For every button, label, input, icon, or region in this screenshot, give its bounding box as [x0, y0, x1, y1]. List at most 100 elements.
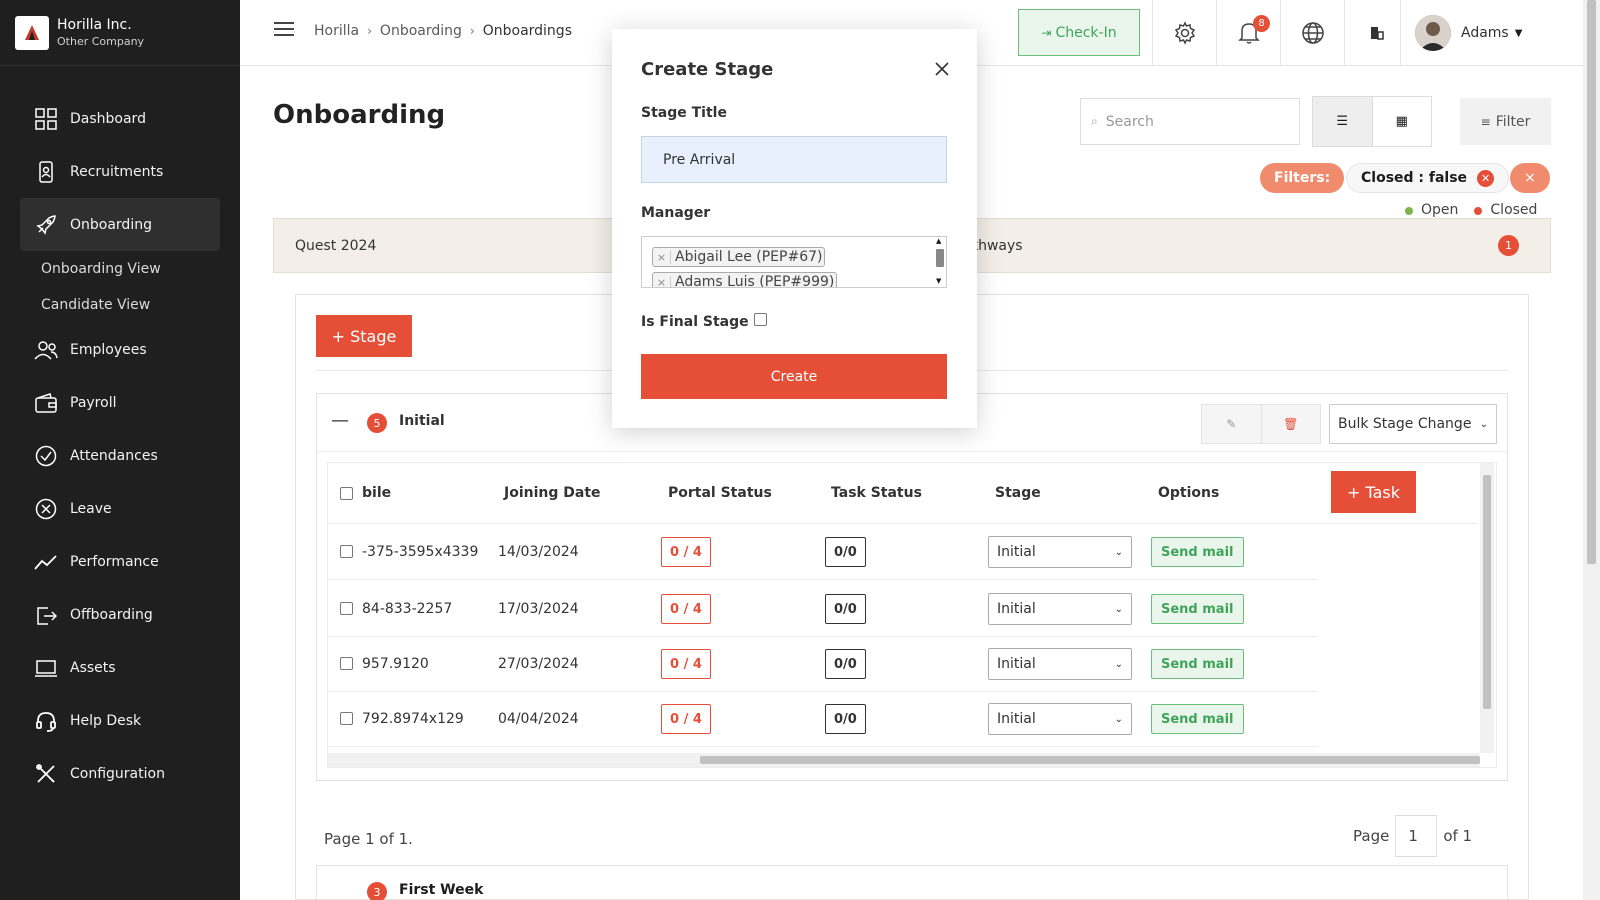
close-icon[interactable] — [930, 57, 954, 81]
table-row: 957.9120 27/03/2024 0 / 4 0/0 Initial ⌄ S… — [328, 636, 1318, 692]
bulk-stage-select[interactable]: Bulk Stage Change ⌄ — [1329, 404, 1497, 444]
grid-view-button[interactable]: ▦ — [1373, 97, 1432, 146]
select-all-checkbox[interactable] — [340, 487, 353, 500]
sidebar-sub-candidate-view[interactable]: Candidate View — [0, 287, 240, 323]
stage-title-input[interactable]: Pre Arrival — [641, 136, 947, 183]
table-horizontal-scrollbar[interactable] — [328, 753, 1480, 767]
sidebar-item-leave[interactable]: Leave — [20, 482, 220, 535]
sidebar-item-label: Performance — [70, 553, 159, 570]
scroll-up-icon[interactable]: ▲ — [936, 237, 941, 245]
scrollbar-thumb[interactable] — [1483, 475, 1491, 709]
sidebar-item-assets[interactable]: Assets — [20, 641, 220, 694]
settings-button[interactable] — [1152, 0, 1216, 66]
collapse-icon[interactable]: — — [331, 410, 349, 431]
table-vertical-scrollbar[interactable] — [1480, 463, 1494, 753]
mobile-cell: -375-3595x4339 — [362, 544, 479, 560]
scroll-down-icon[interactable]: ▼ — [936, 277, 941, 285]
sidebar-item-payroll[interactable]: Payroll — [20, 376, 220, 429]
sidebar-item-label: Help Desk — [70, 712, 142, 729]
menu-toggle-icon[interactable] — [274, 22, 294, 40]
breadcrumb: Horilla › Onboarding › Onboardings — [314, 23, 572, 39]
add-stage-button[interactable]: + Stage — [316, 315, 412, 357]
stage-select[interactable]: Initial ⌄ — [988, 536, 1132, 568]
sidebar-item-recruitments[interactable]: Recruitments — [20, 145, 220, 198]
caret-down-icon: ▼ — [1514, 27, 1523, 39]
sidebar-item-help-desk[interactable]: Help Desk — [20, 694, 220, 747]
dashboard-icon — [34, 107, 58, 131]
sidebar-item-dashboard[interactable]: Dashboard — [20, 92, 220, 145]
sidebar-item-attendances[interactable]: Attendances — [20, 429, 220, 482]
company-button[interactable] — [1344, 0, 1408, 66]
check-in-button[interactable]: ⇥ Check-In — [1018, 9, 1140, 56]
task-status-badge[interactable]: 0/0 — [825, 649, 866, 679]
page-number-input[interactable]: 1 — [1395, 815, 1438, 857]
portal-status-badge[interactable]: 0 / 4 — [661, 704, 711, 734]
sidebar-item-offboarding[interactable]: Offboarding — [20, 588, 220, 641]
row-checkbox[interactable] — [340, 712, 353, 725]
send-mail-button[interactable]: Send mail — [1151, 649, 1244, 679]
row-checkbox[interactable] — [340, 657, 353, 670]
page-scrollbar[interactable] — [1583, 0, 1600, 900]
headset-icon — [34, 709, 58, 733]
breadcrumb-item[interactable]: Onboarding — [380, 23, 462, 39]
column-header: Options — [1158, 485, 1220, 501]
breadcrumb-item[interactable]: Horilla — [314, 23, 359, 39]
user-menu[interactable]: Adams ▼ — [1400, 0, 1522, 66]
pagination: Page 1 of 1 — [1353, 815, 1472, 857]
stage-panel: — 5 Initial ✎ 🗑 Bulk Stage Change ⌄ bile… — [316, 393, 1508, 781]
sidebar-sub-onboarding-view[interactable]: Onboarding View — [0, 251, 240, 287]
notifications-button[interactable]: 8 — [1216, 0, 1280, 66]
chevron-down-icon: ⌄ — [1114, 658, 1123, 670]
list-view-button[interactable]: ☰ — [1313, 97, 1373, 146]
bulk-stage-label: Bulk Stage Change — [1338, 416, 1472, 432]
scrollbar-thumb[interactable] — [700, 756, 1480, 764]
remove-tag-icon[interactable]: × — [653, 275, 671, 287]
sidebar-item-performance[interactable]: Performance — [20, 535, 220, 588]
status-legend: Open Closed — [1405, 202, 1537, 218]
portal-status-badge[interactable]: 0 / 4 — [661, 537, 711, 567]
scrollbar-thumb[interactable] — [936, 249, 944, 267]
multiselect-scrollbar[interactable]: ▲ ▼ — [934, 237, 946, 287]
manager-multiselect[interactable]: × Abigail Lee (PEP#67) × Adams Luis (PEP… — [641, 236, 947, 288]
final-stage-checkbox[interactable] — [754, 313, 767, 326]
filter-button[interactable]: ≡ Filter — [1460, 98, 1551, 145]
delete-stage-button[interactable]: 🗑 — [1261, 405, 1320, 443]
company-name: Horilla Inc. — [57, 17, 132, 33]
scrollbar-thumb[interactable] — [1587, 0, 1596, 564]
sidebar-item-onboarding[interactable]: Onboarding — [20, 198, 220, 251]
stage-select-value: Initial — [997, 544, 1036, 560]
sidebar-item-configuration[interactable]: Configuration — [20, 747, 220, 800]
portal-status-badge[interactable]: 0 / 4 — [661, 594, 711, 624]
page-label: Page — [1353, 827, 1390, 845]
stage-select[interactable]: Initial ⌄ — [988, 593, 1132, 625]
task-status-badge[interactable]: 0/0 — [825, 594, 866, 624]
chevron-down-icon: ⌄ — [1114, 546, 1123, 558]
stage-select[interactable]: Initial ⌄ — [988, 648, 1132, 680]
company-switcher[interactable]: Horilla Inc. Other Company — [0, 0, 240, 66]
edit-stage-button[interactable]: ✎ — [1202, 405, 1262, 443]
tab-quest-2024[interactable]: Quest 2024 — [295, 238, 376, 254]
stage-select-value: Initial — [997, 656, 1036, 672]
clear-filters-button[interactable]: × — [1510, 163, 1550, 193]
row-checkbox[interactable] — [340, 602, 353, 615]
send-mail-button[interactable]: Send mail — [1151, 594, 1244, 624]
send-mail-button[interactable]: Send mail — [1151, 537, 1244, 567]
portal-status-badge[interactable]: 0 / 4 — [661, 649, 711, 679]
add-task-button[interactable]: + Task — [1331, 471, 1416, 513]
stage-header: 3 First Week — [316, 865, 1508, 900]
x-circle-icon — [34, 497, 58, 521]
language-button[interactable] — [1280, 0, 1344, 66]
laptop-icon — [34, 656, 58, 680]
create-button[interactable]: Create — [641, 354, 947, 399]
remove-filter-icon[interactable]: ✕ — [1477, 169, 1495, 187]
sidebar-item-employees[interactable]: Employees — [20, 323, 220, 376]
remove-tag-icon[interactable]: × — [653, 250, 671, 264]
row-checkbox[interactable] — [340, 545, 353, 558]
search-input[interactable]: ⌕ Search — [1080, 98, 1300, 145]
send-mail-button[interactable]: Send mail — [1151, 704, 1244, 734]
task-status-badge[interactable]: 0/0 — [825, 704, 866, 734]
filters-label: Filters: — [1260, 163, 1345, 193]
company-subtitle: Other Company — [57, 35, 145, 48]
task-status-badge[interactable]: 0/0 — [825, 537, 866, 567]
stage-select[interactable]: Initial ⌄ — [988, 703, 1132, 735]
